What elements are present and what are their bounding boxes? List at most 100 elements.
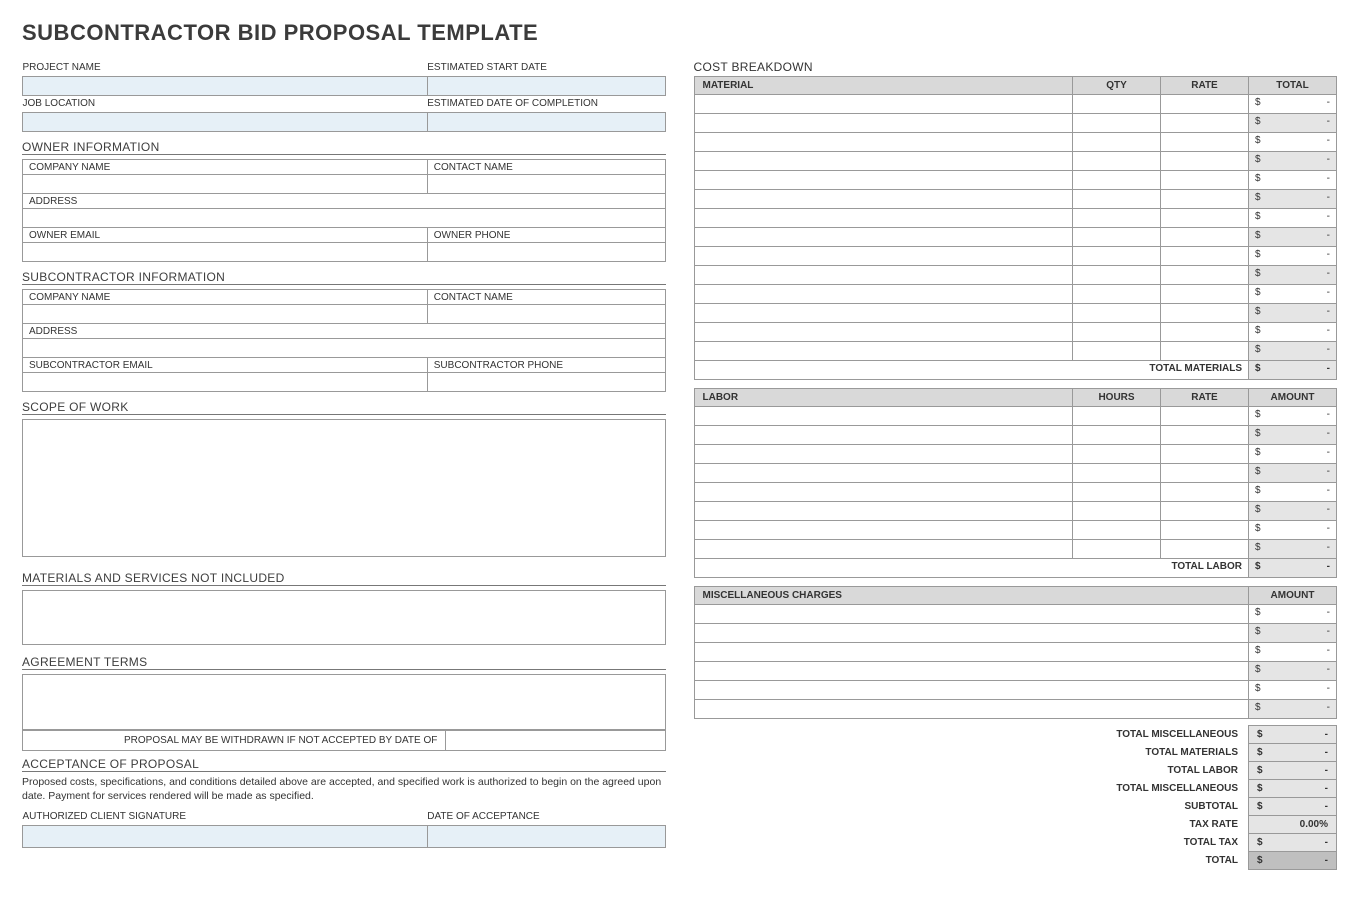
- cell[interactable]: [1073, 540, 1161, 559]
- cell[interactable]: [694, 700, 1249, 719]
- cell[interactable]: [1161, 95, 1249, 114]
- sig-input[interactable]: [23, 826, 428, 848]
- cell[interactable]: [694, 605, 1249, 624]
- withdraw-date-input[interactable]: [446, 731, 664, 750]
- sub-phone-input[interactable]: [427, 373, 665, 392]
- cell[interactable]: [1161, 152, 1249, 171]
- table-row: $-: [694, 228, 1337, 247]
- cell[interactable]: [694, 483, 1073, 502]
- cell[interactable]: [694, 662, 1249, 681]
- cell[interactable]: [1073, 266, 1161, 285]
- cell[interactable]: [694, 323, 1073, 342]
- sub-address-input[interactable]: [23, 339, 666, 358]
- cell[interactable]: [1073, 464, 1161, 483]
- owner-email-input[interactable]: [23, 243, 428, 262]
- cell[interactable]: [694, 407, 1073, 426]
- cell[interactable]: [1161, 228, 1249, 247]
- page-title: SUBCONTRACTOR BID PROPOSAL TEMPLATE: [22, 20, 1337, 46]
- cell[interactable]: [694, 114, 1073, 133]
- cell[interactable]: [694, 152, 1073, 171]
- cell[interactable]: [1161, 285, 1249, 304]
- cell[interactable]: [694, 502, 1073, 521]
- not-included-input[interactable]: [22, 590, 666, 645]
- material-header: MATERIAL: [694, 77, 1073, 95]
- cell[interactable]: [1073, 190, 1161, 209]
- cell[interactable]: [1161, 342, 1249, 361]
- cell[interactable]: [1161, 464, 1249, 483]
- cell[interactable]: [1073, 114, 1161, 133]
- cell[interactable]: [1073, 171, 1161, 190]
- cell[interactable]: [1161, 323, 1249, 342]
- sub-email-input[interactable]: [23, 373, 428, 392]
- cell[interactable]: [1073, 521, 1161, 540]
- cell[interactable]: [694, 190, 1073, 209]
- cell[interactable]: [694, 540, 1073, 559]
- cell[interactable]: [1073, 483, 1161, 502]
- cell[interactable]: [1073, 304, 1161, 323]
- cell[interactable]: [1073, 247, 1161, 266]
- cell[interactable]: [1073, 209, 1161, 228]
- cell[interactable]: [694, 266, 1073, 285]
- cell[interactable]: [1161, 209, 1249, 228]
- cell[interactable]: [1073, 445, 1161, 464]
- cell[interactable]: [1161, 521, 1249, 540]
- scope-input[interactable]: [22, 419, 666, 557]
- cell[interactable]: [1161, 171, 1249, 190]
- sum-tax-rate-label: TAX RATE: [694, 816, 1249, 834]
- cell[interactable]: [1073, 285, 1161, 304]
- cell[interactable]: [1161, 190, 1249, 209]
- cell[interactable]: [694, 681, 1249, 700]
- cell[interactable]: [1161, 247, 1249, 266]
- cell[interactable]: [1073, 426, 1161, 445]
- owner-contact-input[interactable]: [427, 175, 665, 194]
- cell[interactable]: [1161, 483, 1249, 502]
- cell[interactable]: [694, 133, 1073, 152]
- cell[interactable]: [694, 228, 1073, 247]
- est-complete-input[interactable]: [427, 113, 665, 132]
- cell[interactable]: [1073, 407, 1161, 426]
- cell[interactable]: [1161, 266, 1249, 285]
- cell[interactable]: [694, 247, 1073, 266]
- sub-company-input[interactable]: [23, 305, 428, 324]
- project-name-input[interactable]: [23, 77, 428, 96]
- cell[interactable]: [694, 521, 1073, 540]
- cell[interactable]: [694, 95, 1073, 114]
- sub-contact-input[interactable]: [427, 305, 665, 324]
- cell[interactable]: [694, 445, 1073, 464]
- owner-company-input[interactable]: [23, 175, 428, 194]
- cell[interactable]: [1073, 323, 1161, 342]
- cell[interactable]: [694, 342, 1073, 361]
- sub-phone-label: SUBCONTRACTOR PHONE: [427, 358, 665, 373]
- cell[interactable]: [1073, 95, 1161, 114]
- cell[interactable]: [1073, 133, 1161, 152]
- agreement-input[interactable]: [22, 674, 666, 730]
- cell[interactable]: [1161, 407, 1249, 426]
- cell[interactable]: [1161, 502, 1249, 521]
- cell[interactable]: [694, 209, 1073, 228]
- cell[interactable]: [694, 304, 1073, 323]
- cell[interactable]: [1161, 304, 1249, 323]
- cell[interactable]: [694, 285, 1073, 304]
- cell[interactable]: [694, 643, 1249, 662]
- cell[interactable]: [1161, 133, 1249, 152]
- sum-tax-rate-value[interactable]: 0.00%: [1249, 816, 1337, 834]
- table-row: $-: [694, 152, 1337, 171]
- cell[interactable]: [1073, 152, 1161, 171]
- cell[interactable]: [1073, 502, 1161, 521]
- cell[interactable]: [1161, 114, 1249, 133]
- date-accept-input[interactable]: [427, 826, 665, 848]
- cell[interactable]: [694, 426, 1073, 445]
- cell[interactable]: [694, 171, 1073, 190]
- agreement-heading: AGREEMENT TERMS: [22, 655, 666, 670]
- owner-address-input[interactable]: [23, 209, 666, 228]
- cell[interactable]: [1073, 342, 1161, 361]
- owner-phone-input[interactable]: [427, 243, 665, 262]
- est-start-input[interactable]: [427, 77, 665, 96]
- cell[interactable]: [1161, 426, 1249, 445]
- job-location-input[interactable]: [23, 113, 428, 132]
- cell[interactable]: [1161, 445, 1249, 464]
- cell[interactable]: [694, 624, 1249, 643]
- cell[interactable]: [1073, 228, 1161, 247]
- cell[interactable]: [694, 464, 1073, 483]
- cell[interactable]: [1161, 540, 1249, 559]
